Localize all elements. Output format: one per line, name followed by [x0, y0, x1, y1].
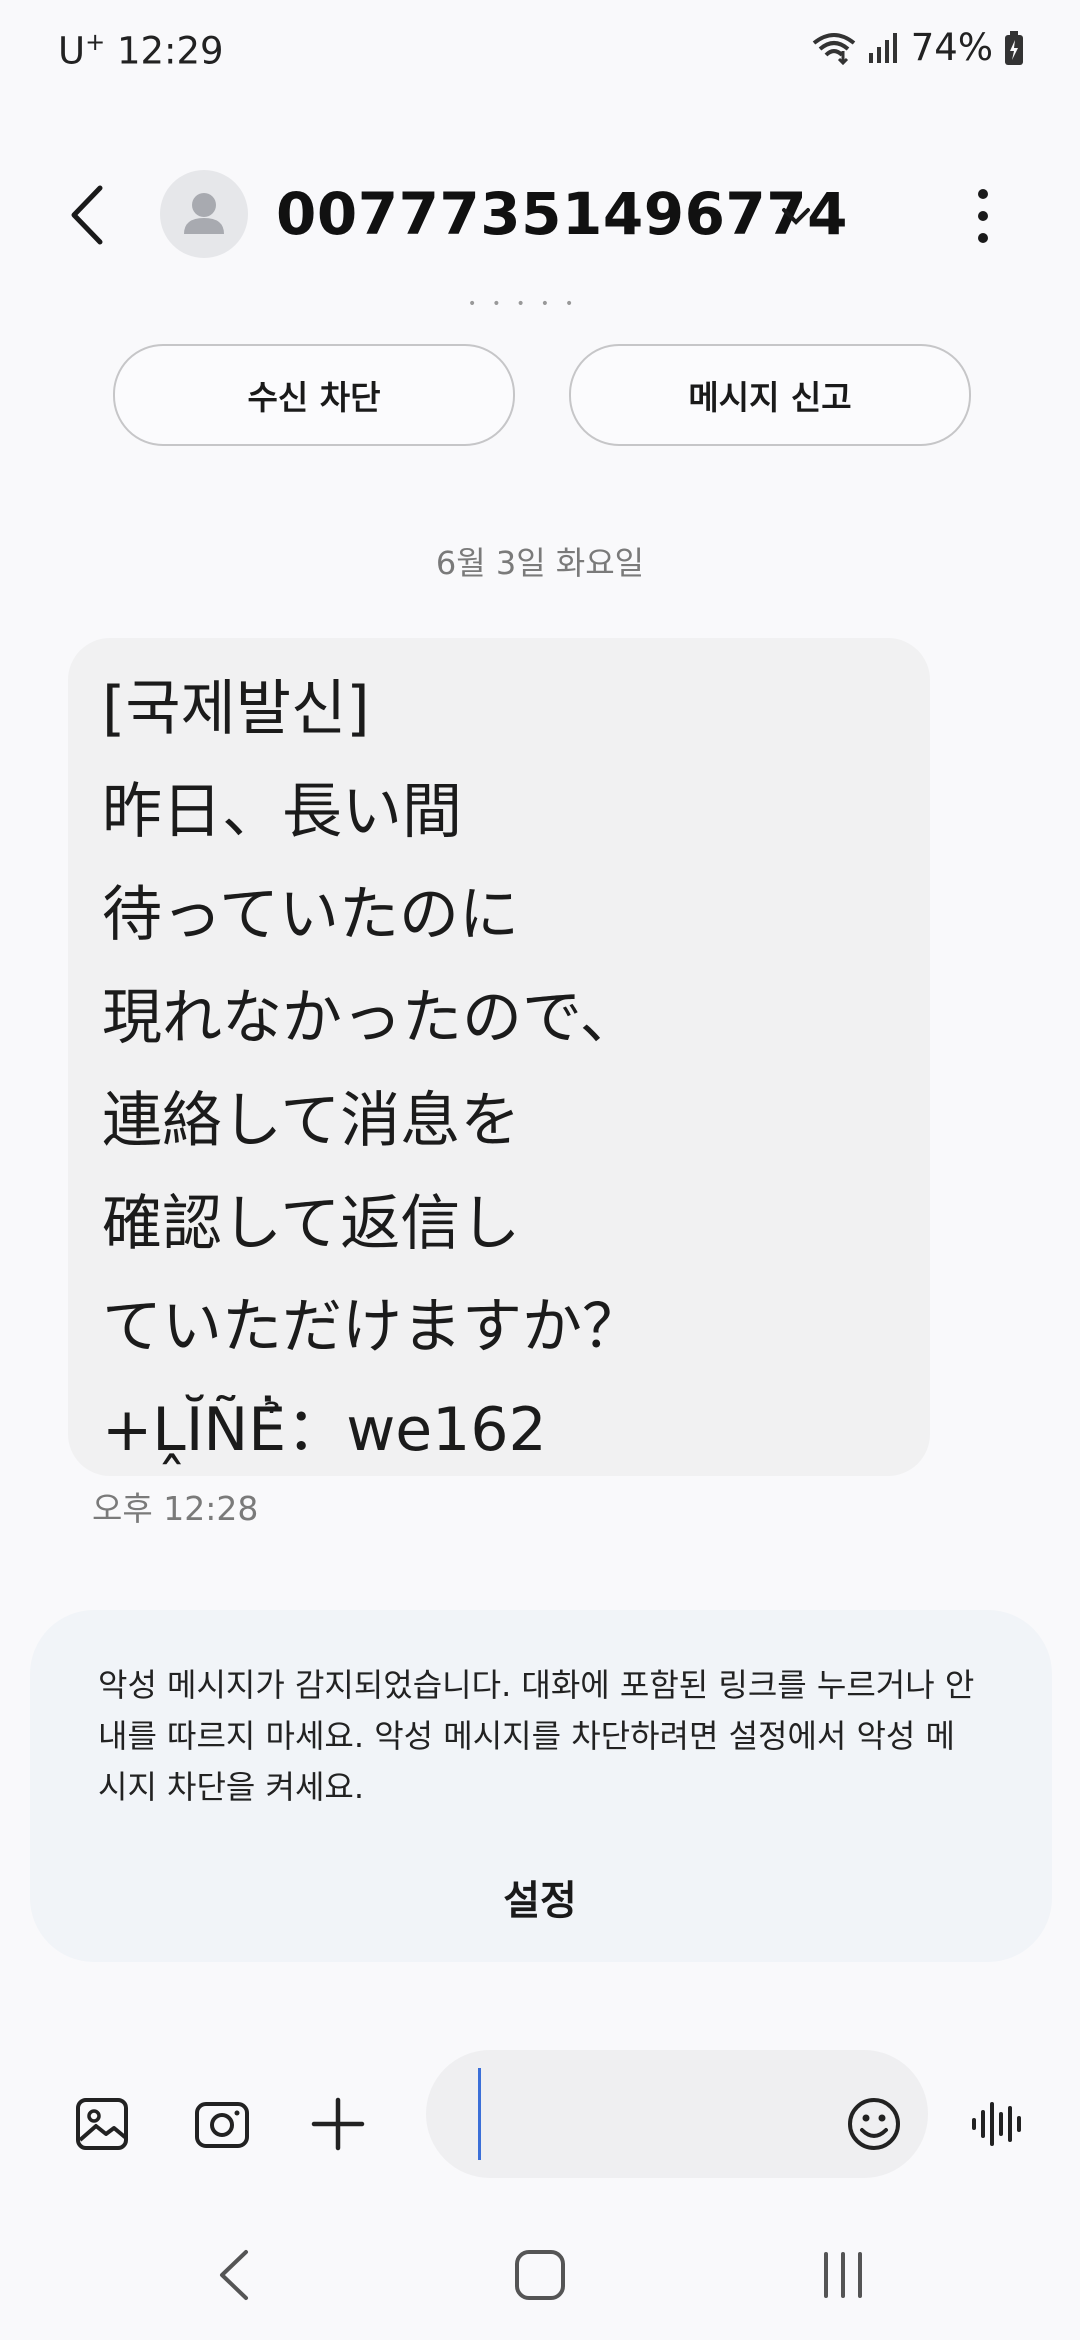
signal-icon — [868, 32, 897, 63]
more-vert-icon[interactable] — [968, 186, 998, 246]
block-sender-button[interactable]: 수신 차단 — [113, 344, 515, 446]
nav-back-icon[interactable] — [200, 2240, 270, 2310]
message-line: ていただけますか？ — [102, 1292, 642, 1362]
emoji-icon[interactable] — [844, 2094, 904, 2154]
back-arrow-icon[interactable] — [62, 180, 112, 250]
nav-home-icon[interactable] — [505, 2240, 575, 2310]
message-line: [국제발신] — [102, 674, 370, 744]
message-line: 現れなかったので、 — [102, 983, 640, 1053]
date-separator: 6월 3일 화요일 — [435, 544, 645, 582]
contact-name[interactable]: 00777351496774 — [276, 180, 848, 248]
settings-button[interactable]: 설정 — [0, 1868, 1080, 1926]
nav-recents-icon[interactable] — [808, 2240, 878, 2310]
text-cursor — [478, 2068, 481, 2160]
warning-text: 악성 메시지가 감지되었습니다. 대화에 포함된 링크를 누르거나 안내를 따르… — [98, 1666, 975, 1806]
message-line: 確認して返信し — [102, 1189, 521, 1259]
message-line: 連絡して消息を — [102, 1086, 521, 1156]
status-time: 12:29 — [116, 29, 224, 73]
gallery-icon[interactable] — [72, 2094, 132, 2154]
message-bubble[interactable]: [국제발신] 昨日、長い間 待っていたのに 現れなかったので、 連絡して消息を … — [68, 638, 930, 1476]
wifi-icon — [812, 32, 855, 65]
avatar-icon — [184, 193, 224, 234]
camera-icon[interactable] — [192, 2094, 252, 2154]
chevron-down-icon[interactable] — [776, 196, 816, 236]
scroll-hint-dots: ••••• — [468, 296, 590, 312]
avatar[interactable] — [160, 170, 248, 258]
message-line: 昨日、長い間 — [102, 777, 462, 847]
status-carrier: U+ 12:29 — [58, 28, 224, 73]
message-line: 待っていたのに — [102, 880, 519, 950]
message-timestamp: 오후 12:28 — [92, 1489, 259, 1528]
report-message-button[interactable]: 메시지 신고 — [569, 344, 971, 446]
voice-icon[interactable] — [968, 2094, 1028, 2154]
add-icon[interactable] — [308, 2094, 368, 2154]
status-indicators: 74% — [811, 26, 1025, 69]
battery-icon — [1005, 30, 1023, 65]
battery-percent: 74% — [910, 26, 993, 69]
message-line: +ḼĬÑĖ̉：we162 — [102, 1395, 547, 1465]
